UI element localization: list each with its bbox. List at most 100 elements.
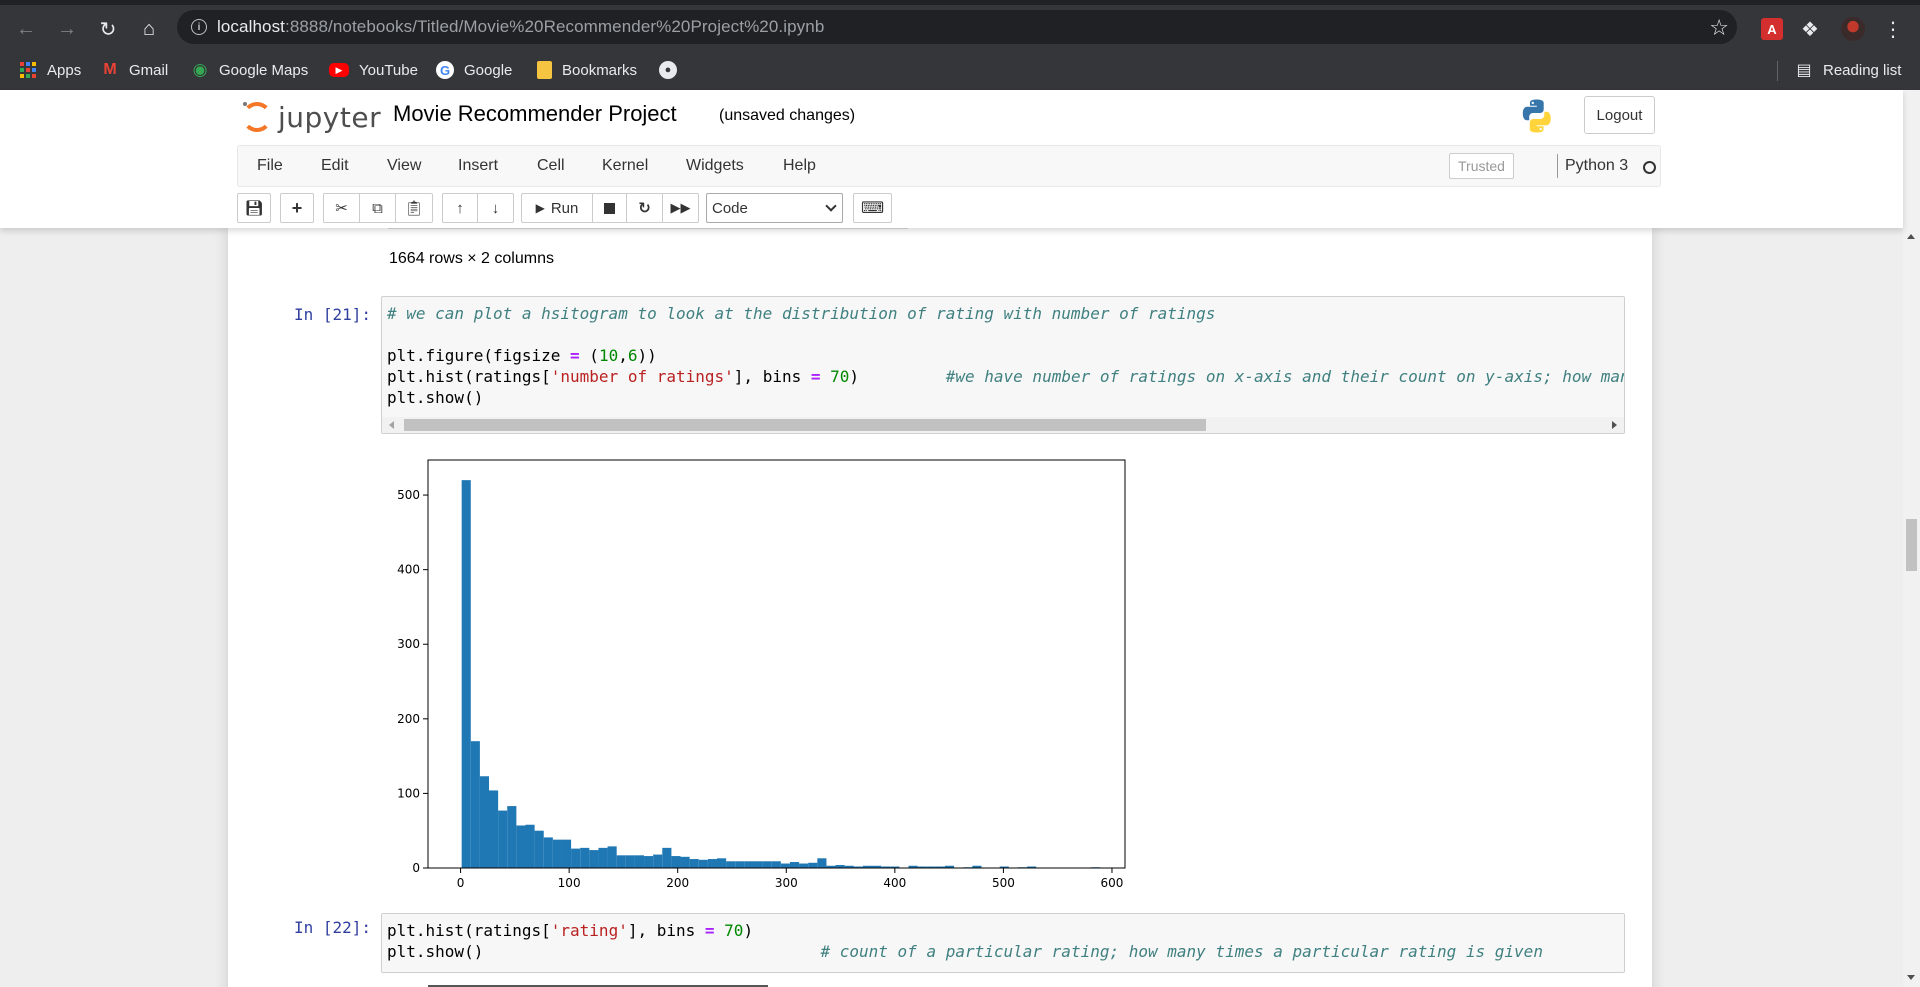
histogram-bar — [525, 824, 535, 868]
histogram-bar — [461, 480, 471, 868]
apps-grid-icon — [19, 61, 37, 79]
arrow-up-icon: ↑ — [456, 199, 464, 217]
save-icon: 💾︎ — [244, 200, 264, 217]
bookmark-label: Google — [464, 61, 513, 79]
menu-insert[interactable]: Insert — [458, 157, 498, 175]
insert-cell-button[interactable]: + — [280, 193, 314, 223]
bookmark-apps[interactable]: Apps — [19, 59, 81, 81]
code-cell-input[interactable]: plt.hist(ratings['rating'], bins = 70) p… — [381, 913, 1625, 973]
histogram-bar — [662, 847, 672, 868]
copy-button[interactable]: ⧉ — [360, 193, 396, 223]
kernel-divider — [1557, 154, 1558, 178]
histogram-bar — [625, 855, 635, 868]
trusted-badge[interactable]: Trusted — [1449, 153, 1514, 179]
menu-help[interactable]: Help — [783, 157, 816, 175]
kernel-idle-indicator-icon — [1643, 161, 1656, 174]
gmail-icon: M — [103, 61, 117, 78]
extensions-puzzle-icon[interactable]: ❖ — [1799, 18, 1821, 41]
scroll-down-arrow-icon[interactable] — [1907, 975, 1915, 980]
histogram-chart: 0 100 200 300 400 500 600 0 100 200 300 400 500 — [397, 459, 1126, 890]
notebook-container[interactable]: 1664 rows × 2 columns In [21]: # we can … — [0, 228, 1903, 987]
save-button[interactable]: 💾︎ — [237, 193, 271, 223]
histogram-bar — [653, 854, 663, 868]
move-up-button[interactable]: ↑ — [442, 193, 478, 223]
code-line: plt.show() # count of a particular ratin… — [387, 942, 1543, 961]
site-info-icon[interactable]: i — [191, 19, 207, 35]
restart-kernel-button[interactable]: ↻ — [627, 193, 663, 223]
command-palette-button[interactable]: ⌨ — [853, 193, 892, 223]
bookmark-bookmarks-folder[interactable]: Bookmarks — [537, 59, 637, 81]
home-icon[interactable]: ⌂ — [135, 15, 163, 43]
histogram-bars — [461, 480, 1101, 868]
horizontal-scrollbar[interactable] — [382, 417, 1624, 433]
reading-list-button[interactable]: ▤ Reading list — [1795, 59, 1901, 81]
x-tick-label: 300 — [775, 876, 798, 890]
code-cell-input[interactable]: # we can plot a hsitogram to look at the… — [381, 296, 1625, 434]
horizontal-scroll-thumb[interactable] — [404, 419, 1206, 431]
python-logo-icon — [1522, 99, 1551, 133]
kernel-name[interactable]: Python 3 — [1565, 157, 1628, 175]
move-down-button[interactable]: ↓ — [478, 193, 514, 223]
code-line: plt.figure(figsize = (10,6)) — [387, 346, 657, 365]
bookmark-google[interactable]: G Google — [436, 59, 512, 81]
back-arrow-icon[interactable]: ← — [12, 15, 40, 43]
histogram-bar — [634, 855, 645, 868]
y-tick-label: 500 — [397, 488, 420, 502]
profile-avatar[interactable] — [1841, 17, 1865, 41]
cell-type-select[interactable]: Code — [706, 193, 843, 223]
reload-icon[interactable]: ↻ — [94, 15, 122, 43]
url-path: :8888/notebooks/Titled/Movie%20Recommend… — [285, 17, 825, 36]
bookmark-label: Gmail — [129, 61, 169, 79]
bookmarks-bar: Apps M Gmail ◉ Google Maps ▶ YouTube G G… — [0, 49, 1920, 90]
interrupt-kernel-button[interactable] — [593, 193, 627, 223]
bookmark-github[interactable]: ● — [659, 59, 687, 81]
folder-icon — [537, 61, 552, 79]
page-vertical-scrollbar[interactable] — [1903, 90, 1920, 987]
omnibar-row: ← → ↻ ⌂ i localhost:8888/notebooks/Title… — [0, 5, 1920, 49]
menu-cell[interactable]: Cell — [537, 157, 565, 175]
fast-forward-icon: ▶▶ — [670, 200, 691, 215]
pdf-extension-icon[interactable]: A — [1761, 18, 1783, 40]
stop-icon — [604, 202, 615, 214]
menu-edit[interactable]: Edit — [321, 157, 349, 175]
save-status: (unsaved changes) — [719, 107, 856, 124]
bookmark-star-icon[interactable]: ☆ — [1709, 15, 1729, 41]
menu-file[interactable]: File — [257, 157, 283, 175]
address-bar[interactable]: i localhost:8888/notebooks/Titled/Movie%… — [177, 10, 1737, 44]
histogram-bar — [507, 806, 517, 868]
restart-run-all-button[interactable]: ▶▶ — [663, 193, 699, 223]
scroll-right-arrow-icon[interactable] — [1612, 421, 1617, 429]
cut-button[interactable]: ✂︎ — [323, 193, 360, 223]
notebook-toolbar: 💾︎ + ✂︎ ⧉ 📋︎ ↑ ↓ ▶ Run ↻ ▶▶ Code ⌨ — [0, 190, 1903, 224]
menu-view[interactable]: View — [387, 157, 421, 175]
notebook-title[interactable]: Movie Recommender Project — [393, 101, 677, 127]
histogram-bar — [808, 862, 818, 868]
y-tick-label: 200 — [397, 712, 420, 726]
histogram-bar — [598, 847, 608, 868]
forward-arrow-icon[interactable]: → — [53, 15, 81, 43]
bookmark-gmail[interactable]: M Gmail — [101, 59, 168, 81]
chrome-menu-icon[interactable]: ⋮ — [1882, 18, 1904, 41]
scroll-left-arrow-icon[interactable] — [389, 421, 394, 429]
run-button[interactable]: ▶ Run — [521, 193, 593, 223]
scroll-up-arrow-icon[interactable] — [1907, 234, 1915, 239]
run-label: Run — [550, 199, 579, 217]
logout-button[interactable]: Logout — [1584, 96, 1655, 134]
paste-button[interactable]: 📋︎ — [396, 193, 433, 223]
histogram-bar — [717, 858, 727, 868]
address-url[interactable]: localhost:8888/notebooks/Titled/Movie%20… — [217, 17, 824, 37]
bookmark-youtube[interactable]: ▶ YouTube — [329, 59, 418, 81]
jupyter-logo[interactable]: jupyter — [242, 96, 381, 138]
reading-list-icon: ▤ — [1796, 62, 1812, 79]
google-maps-icon: ◉ — [192, 60, 208, 79]
browser-toolbar: ← → ↻ ⌂ i localhost:8888/notebooks/Title… — [0, 0, 1920, 90]
bookmark-label: Apps — [47, 61, 82, 79]
menu-widgets[interactable]: Widgets — [686, 157, 744, 175]
histogram-bar — [580, 847, 590, 868]
menu-kernel[interactable]: Kernel — [602, 157, 648, 175]
bookmark-google-maps[interactable]: ◉ Google Maps — [191, 59, 309, 81]
vertical-scroll-thumb[interactable] — [1906, 519, 1917, 571]
histogram-bar — [479, 776, 490, 868]
histogram-bar — [589, 850, 599, 868]
histogram-bar — [817, 858, 827, 868]
